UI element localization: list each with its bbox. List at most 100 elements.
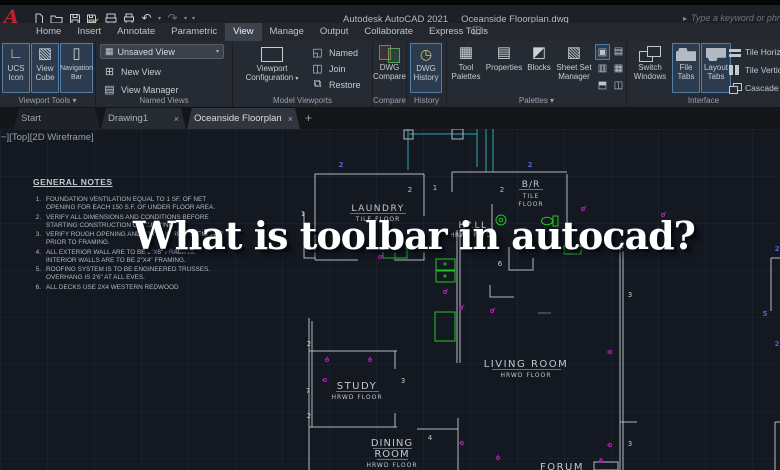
keynote: 2 [528,161,533,169]
palette-mini-button[interactable]: ▦ [611,61,626,77]
palette-mini-button[interactable]: ▣ [595,44,610,60]
ribbon-tab-view[interactable]: View [225,23,261,41]
sheet-set-manager-icon: ▧ [567,44,581,63]
ribbon-tab-parametric[interactable]: Parametric [163,23,225,41]
tile-vertically-button[interactable]: Tile Vertically [729,63,780,77]
ribbon-tab-insert[interactable]: Insert [69,23,109,41]
palette-mini-button[interactable]: ▤ [611,44,626,60]
ribbon-tab-annotate[interactable]: Annotate [109,23,163,41]
button-label: Switch [638,63,662,72]
panel-label-viewport-tools[interactable]: Viewport Tools ▾ [0,94,95,107]
join-viewport-button[interactable]: ◫ Join [311,62,346,75]
file-tab-oceanside-floorplan[interactable]: Oceanside Floorplan* × [187,108,300,129]
tool-palettes-button[interactable]: ▦ Tool Palettes [449,43,483,93]
view-dropdown[interactable]: ▦ Unsaved View ▾ [100,44,224,59]
ucs-icon-button[interactable]: ∟ UCS Icon [2,43,30,93]
button-label: Viewport [257,64,288,73]
properties-button[interactable]: ▤ Properties [485,43,523,93]
note-number: 2. [33,214,41,230]
keynote: 2 [307,412,311,420]
view-dropdown-caret-icon[interactable]: ▾ [216,48,219,55]
qat-customize-icon[interactable]: ▾ [192,15,195,22]
dwg-compare-button[interactable]: DWG Compare [374,43,405,93]
redo-dropdown-icon[interactable]: ▾ [184,15,187,22]
button-label: Windows [634,72,666,81]
keynote: 5 [763,310,768,318]
panel-model-viewports: Viewport Configuration ▾ ◱ Named ◫ Join … [233,41,373,107]
sheet-set-manager-button[interactable]: ▧ Sheet Set Manager [554,43,594,93]
viewport-configuration-button[interactable]: Viewport Configuration ▾ [241,43,303,93]
note-text: ROOFING SYSTEM IS TO BE ENGINEERED TRUSS… [46,266,225,282]
button-label: Tabs [678,72,695,81]
file-tab-drawing1[interactable]: Drawing1 × [101,108,186,129]
blocks-button[interactable]: ◩ Blocks [525,43,553,93]
view-cube-icon: ▧ [38,45,52,64]
button-label: Properties [486,63,522,72]
file-tab-start[interactable]: Start [14,108,100,129]
layout-tabs-toggle-button[interactable]: Layout Tabs [701,43,731,93]
note-number: 6. [33,284,41,292]
ribbon-tab-bar: Home Insert Annotate Parametric View Man… [0,23,780,41]
keynote: 1 [433,184,437,192]
close-tab-icon[interactable]: × [174,114,179,124]
ribbon-tab-collaborate[interactable]: Collaborate [356,23,421,41]
button-label: Compare [373,72,406,81]
ribbon-display-toggle-icon[interactable]: ◫ ▾ [472,25,486,36]
switch-windows-button[interactable]: Switch Windows [629,43,671,93]
new-tab-button[interactable]: + [305,111,312,125]
button-label: Tool [459,63,474,72]
ribbon: ∟ UCS Icon ▧ View Cube ▯ Navigation Bar … [0,41,780,108]
keynote: 2 [775,245,780,253]
search-arrow-icon[interactable]: ▸ [683,14,687,23]
file-tabs-toggle-button[interactable]: File Tabs [672,43,700,93]
ribbon-tab-output[interactable]: Output [312,23,357,41]
named-viewport-button[interactable]: ◱ Named [311,46,358,59]
panel-label-compare[interactable]: Compare [373,94,406,107]
new-view-button[interactable]: ⊞ New View [103,65,161,78]
restore-viewport-button[interactable]: ⧉ Restore [311,78,361,91]
note-text: FOUNDATION VENTILATION EQUAL TO 1 SF. OF… [46,196,225,212]
note-item: 1. FOUNDATION VENTILATION EQUAL TO 1 SF.… [33,196,225,212]
button-label: Cube [35,73,54,82]
search-box[interactable]: ▸ Type a keyword or phrase [683,13,780,23]
overlay-question-text: What is toolbar in autocad? [133,213,695,258]
ucs-axes-icon: ∟ [9,45,24,64]
cascade-button[interactable]: Cascade [729,81,779,95]
undo-dropdown-icon[interactable]: ▾ [158,15,161,22]
palette-mini-button[interactable]: ⬒ [595,78,610,94]
panel-label-palettes[interactable]: Palettes ▾ [447,94,626,107]
autocad-logo[interactable]: A [4,6,19,28]
button-label: Named [329,48,358,58]
palette-mini-button[interactable]: ◫ [611,78,626,94]
note-item: 5. ROOFING SYSTEM IS TO BE ENGINEERED TR… [33,266,225,282]
drawing-canvas[interactable]: −][Top][2D Wireframe] [0,129,780,470]
ribbon-tab-manage[interactable]: Manage [262,23,312,41]
palette-mini-button[interactable]: ▥ [595,61,610,77]
panel-label-model-viewports[interactable]: Model Viewports [233,94,372,107]
button-label: DWG [380,63,400,72]
button-label: New View [121,67,161,77]
button-label: UCS [8,64,25,73]
button-label: Tabs [708,72,725,81]
tile-horizontally-icon [729,47,741,58]
ribbon-tab-home[interactable]: Home [28,23,69,41]
dwg-history-button[interactable]: ◷ DWG History [410,43,442,93]
panel-label-history[interactable]: History [407,94,446,107]
navigation-bar-icon: ▯ [72,45,80,64]
tile-horizontally-button[interactable]: Tile Horizontally [729,45,780,59]
button-label: Cascade [745,83,779,93]
close-tab-icon[interactable]: × [288,114,293,124]
panel-viewport-tools: ∟ UCS Icon ▧ View Cube ▯ Navigation Bar … [0,41,96,107]
keynote: 2 [500,186,504,194]
viewport-configuration-icon [261,47,283,62]
view-cube-button[interactable]: ▧ View Cube [31,43,59,93]
panel-label-interface[interactable]: Interface [627,94,780,107]
panel-compare: DWG Compare Compare [373,41,407,107]
file-tabs-icon [676,48,696,61]
button-label: Join [329,64,346,74]
panel-label-named-views[interactable]: Named Views [96,94,232,107]
button-label: File [680,63,693,72]
chevron-down-icon: ▾ [295,76,298,82]
file-tab-label: Drawing1 [108,113,168,124]
navigation-bar-button[interactable]: ▯ Navigation Bar [60,43,93,93]
